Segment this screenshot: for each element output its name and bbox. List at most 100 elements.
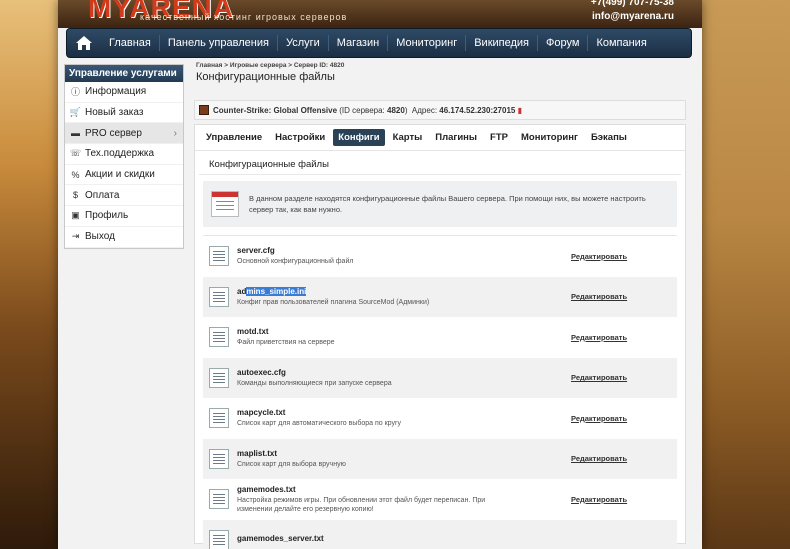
file-description: Настройка режимов игры. При обновлении э… [237, 496, 486, 513]
sidebar-item-label: Тех.поддержка [85, 148, 155, 160]
home-icon[interactable] [73, 33, 95, 53]
phone: +7(499) 707-75-38 [590, 0, 674, 8]
config-panel: Управление Настройки Конфиги Карты Плаги… [194, 124, 686, 549]
sidebar-item-discounts[interactable]: % Акции и скидки [65, 165, 183, 186]
file-name: autoexec.cfg [237, 367, 286, 377]
exit-icon: ⇥ [71, 231, 80, 242]
list-item: mapcycle.txt Список карт для автоматическ… [203, 398, 677, 439]
nav-services[interactable]: Услуги [278, 35, 329, 51]
sidebar-item-new-order[interactable]: 🛒 Новый заказ [65, 103, 183, 124]
edit-link[interactable]: Редактировать [571, 373, 627, 382]
list-item: server.cfg Основной конфигурационный файл… [203, 236, 677, 277]
info-text: В данном разделе находятся конфигурацион… [249, 194, 646, 214]
tab-configs[interactable]: Конфиги [333, 129, 385, 146]
sidebar-item-label: Профиль [85, 210, 129, 222]
tab-maps[interactable]: Карты [388, 129, 428, 146]
server-address-label: Адрес: [411, 105, 438, 115]
file-name: admins_simple.ini [237, 286, 497, 296]
sidebar-item-info[interactable]: ⓘ Информация [65, 82, 183, 103]
file-icon [209, 529, 229, 549]
server-id: 4820 [387, 105, 405, 115]
nav-forum[interactable]: Форум [538, 35, 589, 51]
file-icon [209, 327, 229, 348]
file-name: maplist.txt [237, 448, 278, 458]
discount-icon: % [71, 169, 80, 180]
site-tagline: качественный хостинг игровых серверов [140, 12, 348, 22]
nav-wiki[interactable]: Википедия [466, 35, 539, 51]
file-name: gamemodes_server.txt [237, 534, 324, 544]
contacts: +7(499) 707-75-38 info@myarena.ru [591, 0, 674, 24]
file-icon [209, 246, 229, 267]
server-game: Counter-Strike: Global Offensive [213, 105, 338, 115]
cart-icon: 🛒 [69, 107, 82, 118]
info-icon: ⓘ [70, 87, 80, 98]
breadcrumb[interactable]: Главная > Игровые сервера > Сервер ID: 4… [192, 62, 690, 69]
file-name: server.cfg [237, 246, 275, 256]
file-icon [209, 489, 229, 510]
edit-link[interactable]: Редактировать [571, 333, 627, 342]
sidebar: Управление услугами ⓘ Информация 🛒 Новый з… [64, 64, 184, 249]
dollar-icon: $ [72, 190, 78, 201]
main-content: Главная > Игровые сервера > Сервер ID: 4… [192, 62, 690, 549]
edit-link[interactable]: Редактировать [571, 414, 627, 423]
file-description: Список карт для автоматического выбора п… [237, 420, 402, 428]
file-name: mapcycle.txt [237, 408, 286, 418]
edit-link[interactable]: Редактировать [571, 495, 627, 504]
edit-link[interactable]: Редактировать [571, 292, 627, 301]
list-item: maplist.txt Список карт для выбора вручну… [203, 438, 677, 479]
nav-monitoring[interactable]: Мониторинг [388, 35, 467, 51]
sidebar-item-label: PRO сервер [85, 127, 142, 139]
tab-management[interactable]: Управление [201, 129, 267, 146]
config-file-list: server.cfg Основной конфигурационный файл… [203, 235, 677, 549]
sidebar-item-label: Оплата [85, 189, 120, 201]
tab-monitoring[interactable]: Мониторинг [516, 129, 583, 146]
game-icon [199, 105, 209, 115]
nav-shop[interactable]: Магазин [329, 35, 389, 51]
nav-home[interactable]: Главная [101, 35, 160, 51]
email[interactable]: info@myarena.ru [591, 10, 674, 24]
sidebar-title: Управление услугами [65, 65, 183, 82]
tab-plugins[interactable]: Плагины [430, 129, 482, 146]
copy-icon[interactable]: ▮ [518, 106, 522, 115]
nav-control-panel[interactable]: Панель управления [160, 35, 278, 51]
file-name-part: ad [237, 286, 247, 296]
sidebar-item-label: Акции и скидки [85, 169, 155, 181]
sidebar-item-label: Новый заказ [85, 107, 144, 119]
file-description: Команды выполняющиеся при запуске сервер… [237, 379, 392, 387]
edit-link[interactable]: Редактировать [571, 454, 627, 463]
chevron-right-icon: › [173, 127, 177, 139]
list-item: motd.txt Файл приветствия на сервере Реда… [203, 317, 677, 358]
info-box: В данном разделе находятся конфигурацион… [203, 181, 677, 227]
tab-ftp[interactable]: FTP [485, 129, 513, 146]
sidebar-item-payment[interactable]: $ Оплата [65, 185, 183, 207]
section-title: Конфигурационные файлы [199, 151, 681, 175]
file-icon [209, 408, 229, 429]
tab-backups[interactable]: Бэкапы [586, 129, 632, 146]
page-wrapper: MYARENA качественный хостинг игровых сер… [58, 0, 702, 549]
background-left [0, 0, 64, 549]
sidebar-item-label: Выход [85, 231, 115, 243]
file-description: Конфиг прав пользователей плагина Source… [237, 298, 430, 306]
main-nav: Главная Панель управления Услуги Магазин… [66, 28, 692, 58]
edit-link[interactable]: Редактировать [571, 252, 627, 261]
tab-settings[interactable]: Настройки [270, 129, 330, 146]
nav-company[interactable]: Компания [588, 35, 654, 51]
sidebar-item-profile[interactable]: ▣ Профиль [65, 206, 183, 227]
sidebar-item-support[interactable]: ☏ Тех.поддержка [65, 144, 183, 165]
list-item: autoexec.cfg Команды выполняющиеся при за… [203, 357, 677, 398]
file-description: Основной конфигурационный файл [237, 258, 354, 266]
profile-icon: ▣ [71, 210, 80, 221]
server-icon: ▬ [71, 128, 80, 139]
sidebar-item-exit[interactable]: ⇥ Выход [65, 227, 183, 248]
selected-text: mins_simple.ini [246, 286, 307, 296]
support-icon: ☏ [69, 148, 82, 159]
sidebar-item-pro-server[interactable]: ▬ PRO сервер › [65, 123, 183, 145]
server-address: 46.174.52.230:27015 [439, 105, 516, 115]
site-header: MYARENA качественный хостинг игровых сер… [58, 0, 702, 28]
list-item: gamemodes_server.txt [203, 519, 677, 549]
server-tabs: Управление Настройки Конфиги Карты Плаги… [195, 125, 685, 151]
file-name: gamemodes.txt [237, 484, 296, 494]
page-title: Конфигурационные файлы [196, 71, 335, 83]
file-description: Список карт для выбора вручную [237, 460, 346, 468]
list-item: gamemodes.txt Настройка режимов игры. При… [203, 479, 677, 520]
